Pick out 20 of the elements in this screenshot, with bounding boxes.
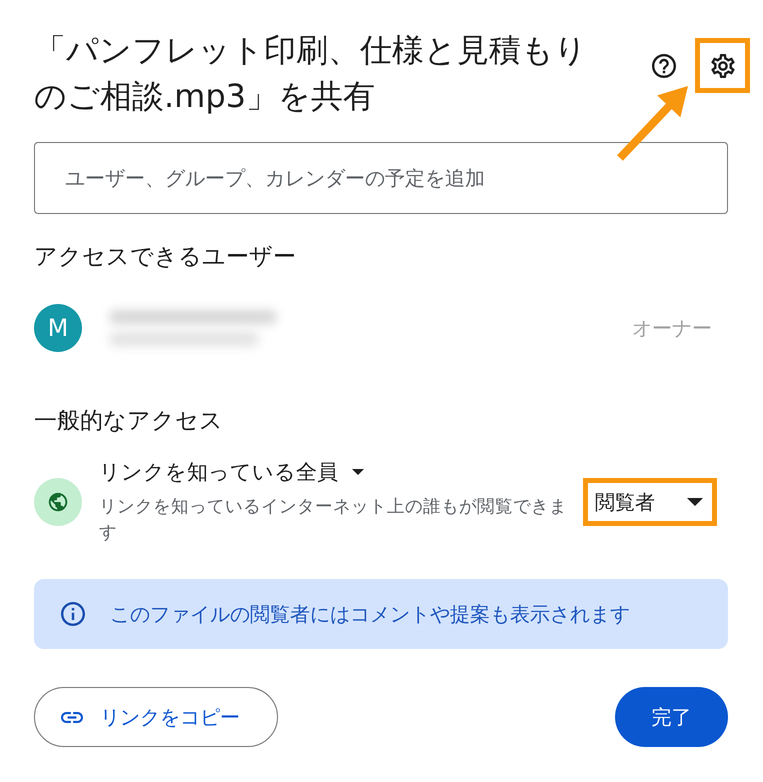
access-scope-dropdown[interactable]: リンクを知っている全員 [99, 458, 364, 486]
help-icon [652, 54, 676, 78]
section-heading: アクセスできるユーザー [34, 243, 297, 272]
section-heading: 一般的なアクセス [34, 407, 224, 436]
settings-icon [710, 54, 734, 78]
caret-icon [352, 469, 364, 475]
add-people-field[interactable]: ユーザー、グループ、カレンダーの予定を追加 [34, 142, 728, 214]
info-icon [61, 602, 85, 626]
copy-link-button[interactable]: リンクをコピー [34, 687, 278, 747]
help-button[interactable] [652, 54, 676, 78]
link-icon [61, 712, 83, 722]
dialog-title: 「パンフレット印刷、仕様と見積もりのご相談.mp3」を共有 [34, 30, 588, 117]
info-banner-text: このファイルの閲覧者にはコメントや提案も表示されます [110, 600, 630, 628]
avatar: M [34, 304, 82, 352]
globe-icon [34, 478, 82, 526]
owner-role-label: オーナー [632, 314, 712, 342]
access-description: リンクを知っているインターネット上の誰もが閲覧できます [99, 496, 568, 545]
role-dropdown[interactable]: 閲覧者 [588, 483, 712, 521]
done-button[interactable]: 完了 [615, 687, 728, 747]
caret-icon [687, 498, 703, 506]
